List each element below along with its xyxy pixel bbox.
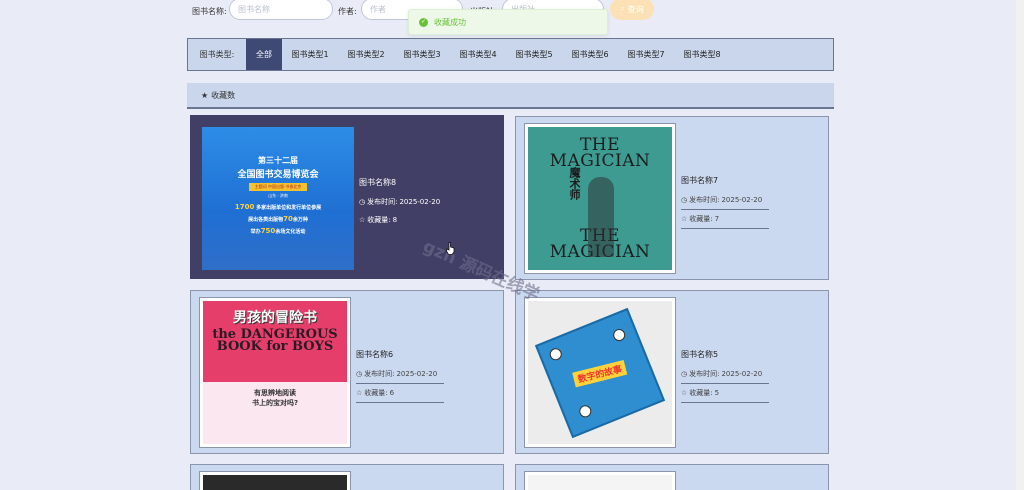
book-cover-image [528,475,672,490]
category-tab-4[interactable]: 图书类型4 [450,39,506,70]
book-name-label: 图书名称: [192,7,227,16]
section-title: 收藏数 [211,90,236,100]
book-cover-frame [524,471,676,490]
book-info: 图书名称6 ◷ 发布时间: 2025-02-20 ☆ 收藏量: 6 [356,349,444,403]
book-title: 图书名称5 [681,350,719,359]
book-cover-frame: 男孩的冒险书 the DANGEROUS BOOK for BOYS 有思辨地阅… [199,297,351,448]
category-tab-8[interactable]: 图书类型8 [674,39,730,70]
book-title: 图书名称7 [681,176,719,185]
star-outline-icon: ☆ [681,389,688,397]
category-tab-3[interactable]: 图书类型3 [394,39,450,70]
favorite-count: ☆ 收藏量: 5 [681,384,769,403]
book-cover-image: 数字的故事 [528,301,672,444]
clock-icon: ◷ [681,196,688,204]
book-cover-image: 第三十二届 全国图书交易博览会 主题词 中国出版·书香北京 山东 · 济南 17… [202,127,354,270]
clock-icon: ◷ [359,198,366,206]
star-icon: ★ [201,90,209,100]
star-outline-icon: ☆ [681,215,688,223]
favorite-count: ☆ 收藏量: 8 [359,216,398,224]
section-header: ★ 收藏数 [187,83,834,109]
book-cover-image [203,475,347,490]
favorite-count: ☆ 收藏量: 6 [356,384,444,403]
success-toast: ✓ 收藏成功 [408,9,608,35]
publish-date: ◷ 发布时间: 2025-02-20 [356,365,444,384]
book-title: 图书名称6 [356,350,394,359]
book-cover-frame [199,471,351,490]
book-info: 图书名称8 ◷ 发布时间: 2025-02-20 ☆ 收藏量: 8 [359,177,447,229]
scrollbar[interactable] [1016,0,1024,490]
check-circle-icon: ✓ [419,17,428,27]
toast-text: 收藏成功 [434,17,466,27]
publish-date: ◷ 发布时间: 2025-02-20 [681,365,769,384]
category-tab-6[interactable]: 图书类型6 [562,39,618,70]
book-info: 图书名称5 ◷ 发布时间: 2025-02-20 ☆ 收藏量: 5 [681,349,769,403]
star-outline-icon: ☆ [356,389,363,397]
category-label: 图书类型: [199,50,235,59]
category-bar: 图书类型: 全部 图书类型1 图书类型2 图书类型3 图书类型4 图书类型5 图… [187,38,834,71]
hand-cursor-icon [446,242,455,255]
search-button-label: 查询 [627,4,644,14]
book-card[interactable] [190,464,504,490]
publish-date: ◷ 发布时间: 2025-02-20 [681,191,769,210]
book-cover-image: THE MAGICIAN 魔术师 THE MAGICIAN [528,127,672,270]
category-tab-2[interactable]: 图书类型2 [338,39,394,70]
book-cover-image: 男孩的冒险书 the DANGEROUS BOOK for BOYS 有思辨地阅… [203,301,347,444]
book-card[interactable]: 男孩的冒险书 the DANGEROUS BOOK for BOYS 有思辨地阅… [190,290,504,454]
book-cover-frame: 第三十二届 全国图书交易博览会 主题词 中国出版·书香北京 山东 · 济南 17… [202,127,354,270]
search-button[interactable]: ⌕ 查询 [610,0,654,20]
book-card[interactable]: THE MAGICIAN 魔术师 THE MAGICIAN 图书名称7 ◷ 发布… [515,116,829,280]
book-title: 图书名称8 [359,178,397,187]
book-cover-frame: 数字的故事 [524,297,676,448]
search-icon: ⌕ [620,4,625,13]
book-card[interactable]: 数字的故事 图书名称5 ◷ 发布时间: 2025-02-20 ☆ 收藏量: 5 [515,290,829,454]
category-tab-1[interactable]: 图书类型1 [282,39,338,70]
book-info: 图书名称7 ◷ 发布时间: 2025-02-20 ☆ 收藏量: 7 [681,175,769,229]
book-card[interactable] [515,464,829,490]
category-tab-7[interactable]: 图书类型7 [618,39,674,70]
category-tab-all[interactable]: 全部 [246,39,282,70]
book-name-input[interactable] [229,0,333,20]
author-label: 作者: [338,7,357,16]
category-tab-5[interactable]: 图书类型5 [506,39,562,70]
star-outline-icon: ☆ [359,216,366,224]
favorite-count: ☆ 收藏量: 7 [681,210,769,229]
clock-icon: ◷ [681,370,688,378]
clock-icon: ◷ [356,370,363,378]
book-cover-frame: THE MAGICIAN 魔术师 THE MAGICIAN [524,123,676,274]
publish-date: ◷ 发布时间: 2025-02-20 [359,198,441,206]
book-card[interactable]: 第三十二届 全国图书交易博览会 主题词 中国出版·书香北京 山东 · 济南 17… [190,115,504,279]
